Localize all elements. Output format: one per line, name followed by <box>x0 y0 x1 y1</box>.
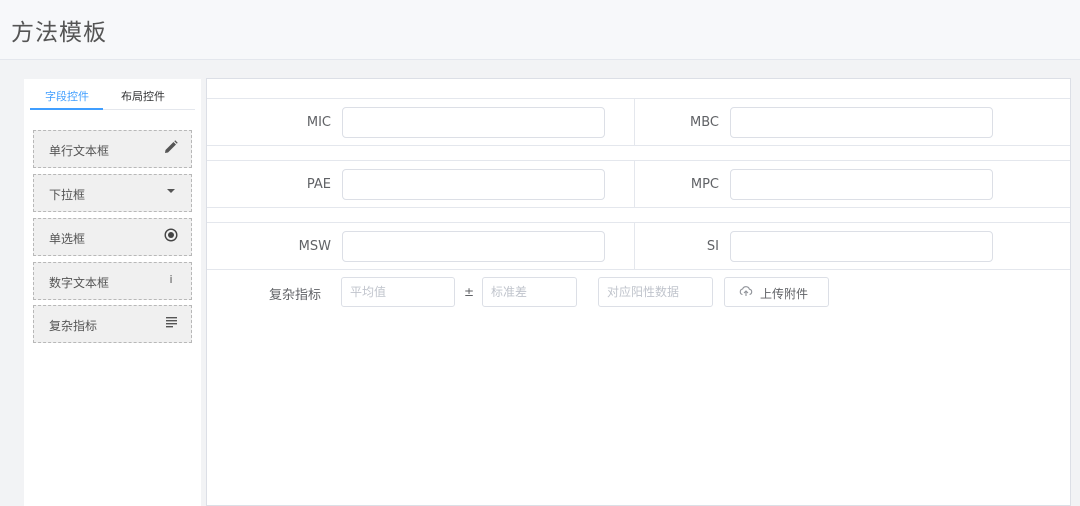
widget-dropdown[interactable]: 下拉框 <box>33 174 192 212</box>
page-title: 方法模板 <box>11 20 107 46</box>
mbc-input[interactable] <box>730 107 993 138</box>
widget-label: 单行文本框 <box>49 144 110 158</box>
text-align-icon <box>163 315 179 333</box>
field-label-mbc: MBC <box>690 115 719 130</box>
column-divider <box>634 161 635 207</box>
field-label-si: SI <box>706 239 719 254</box>
form-row: MSW SI <box>207 222 1070 270</box>
field-label-mic: MIC <box>306 115 331 130</box>
widget-single-line-text[interactable]: 单行文本框 <box>33 130 192 168</box>
widget-number-text[interactable]: 数字文本框 i <box>33 262 192 300</box>
msw-input[interactable] <box>342 231 605 262</box>
widget-radio[interactable]: 单选框 <box>33 218 192 256</box>
header: 方法模板 <box>0 0 1080 60</box>
column-divider <box>634 99 635 145</box>
upload-attachment-button[interactable]: 上传附件 <box>724 277 829 307</box>
mic-input[interactable] <box>342 107 605 138</box>
si-input[interactable] <box>730 231 993 262</box>
plus-minus-sign: ± <box>464 285 475 299</box>
form-row: MIC MBC <box>207 98 1070 146</box>
widget-label: 下拉框 <box>49 188 86 202</box>
pencil-icon <box>163 140 179 158</box>
complex-metric-label: 复杂指标 <box>269 288 322 303</box>
field-label-msw: MSW <box>298 239 331 254</box>
pae-input[interactable] <box>342 169 605 200</box>
info-icon: i <box>169 273 173 286</box>
tab-layout-widgets[interactable]: 布局控件 <box>121 88 165 104</box>
active-tab-indicator <box>30 108 103 110</box>
upload-button-label: 上传附件 <box>760 287 809 301</box>
field-label-pae: PAE <box>306 177 331 192</box>
sidebar-tabs: 字段控件 布局控件 <box>30 79 195 110</box>
column-divider <box>634 223 635 269</box>
form-canvas: MIC MBC PAE MPC MSW SI 复杂指标 ± 上传附件 <box>206 78 1071 506</box>
widget-label: 数字文本框 <box>49 276 110 290</box>
complex-metric-row: 复杂指标 ± 上传附件 <box>207 270 1070 318</box>
widget-complex-metric[interactable]: 复杂指标 <box>33 305 192 343</box>
positive-data-input[interactable] <box>598 277 713 307</box>
widget-label: 单选框 <box>49 232 86 246</box>
field-label-mpc: MPC <box>690 177 719 192</box>
mpc-input[interactable] <box>730 169 993 200</box>
mean-input[interactable] <box>341 277 455 307</box>
widget-sidebar: 字段控件 布局控件 单行文本框 下拉框 单选框 数字文本框 i 复杂指标 <box>24 79 201 506</box>
std-dev-input[interactable] <box>482 277 577 307</box>
form-row: PAE MPC <box>207 160 1070 208</box>
widget-label: 复杂指标 <box>49 319 98 333</box>
caret-down-icon <box>163 184 179 202</box>
cloud-upload-icon <box>739 284 753 301</box>
radio-icon <box>163 228 179 246</box>
tab-field-widgets[interactable]: 字段控件 <box>45 88 89 104</box>
